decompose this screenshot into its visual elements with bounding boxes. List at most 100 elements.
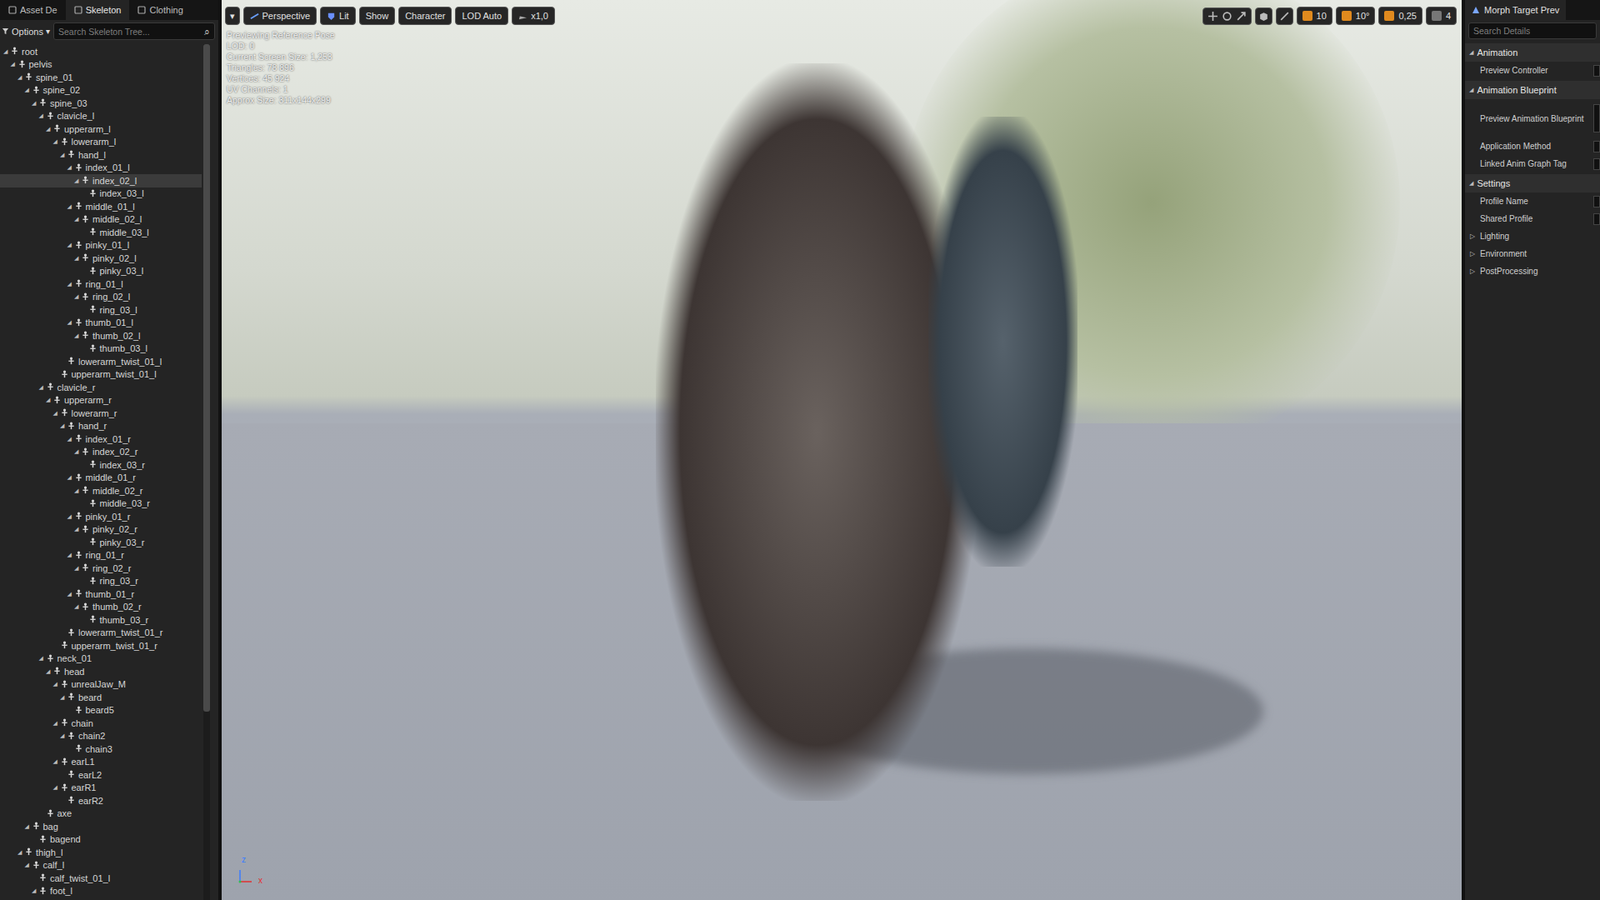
expand-arrow[interactable]: ◢	[74, 332, 80, 340]
bone-row[interactable]: ◢ chain2	[0, 730, 202, 744]
expand-arrow[interactable]: ◢	[74, 525, 80, 533]
expand-arrow[interactable]: ◢	[45, 668, 52, 675]
bone-row[interactable]: ◢ thumb_01_l	[0, 316, 202, 330]
panel-tab[interactable]: Morph Target Prev	[1465, 0, 1566, 20]
bone-row[interactable]: ◢ earL1	[0, 755, 202, 770]
viewport-button[interactable]: Character	[398, 6, 452, 25]
expand-arrow[interactable]: ◢	[67, 241, 74, 249]
property-row[interactable]: Profile Name	[1465, 192, 1600, 210]
bone-row[interactable]: ◢ root	[0, 45, 202, 59]
property-value[interactable]	[1593, 65, 1600, 77]
bone-row[interactable]: pinky_03_l	[0, 265, 202, 279]
expand-arrow[interactable]: ◢	[74, 487, 80, 495]
snap-icon[interactable]	[1431, 10, 1442, 21]
bone-row[interactable]: ◢ lowerarm_l	[0, 135, 202, 150]
expand-arrow[interactable]: ◢	[67, 319, 74, 326]
snap-setting[interactable]: 10	[1296, 6, 1333, 25]
world-icon[interactable]	[1255, 7, 1273, 25]
scale-icon[interactable]	[1235, 10, 1247, 22]
property-value[interactable]	[1593, 140, 1600, 153]
bone-row[interactable]: ring_03_l	[0, 303, 202, 317]
bone-row[interactable]: ◢ chain	[0, 716, 202, 730]
bone-row[interactable]: middle_03_r	[0, 497, 202, 511]
bone-row[interactable]: ◢ pelvis	[0, 58, 202, 72]
scrollbar-thumb[interactable]	[203, 44, 210, 712]
expand-arrow[interactable]: ◢	[53, 680, 60, 688]
bone-row[interactable]: ◢ hand_l	[0, 148, 202, 162]
bone-row[interactable]: ◢ unrealJaw_M	[0, 678, 202, 692]
options-dropdown[interactable]: Options▾	[1, 26, 50, 37]
bone-row[interactable]: ◢ middle_01_l	[0, 200, 202, 214]
expand-arrow[interactable]: ◢	[67, 203, 74, 210]
expand-arrow[interactable]: ◢	[74, 255, 80, 262]
tree-scrollbar[interactable]	[203, 44, 210, 900]
property-row[interactable]: ▷ PostProcessing	[1465, 262, 1600, 280]
bone-row[interactable]: ◢ clavicle_l	[0, 110, 202, 124]
bone-row[interactable]: ◢ index_02_l	[0, 174, 202, 188]
expand-arrow[interactable]: ◢	[45, 125, 52, 133]
viewport-menu-button[interactable]: ▾	[225, 6, 240, 25]
expand-arrow[interactable]: ◢	[17, 74, 24, 81]
viewport-button[interactable]: Perspective	[243, 6, 317, 25]
expand-arrow[interactable]: ◢	[39, 655, 45, 662]
bone-row[interactable]: ◢ index_02_r	[0, 445, 202, 460]
bone-row[interactable]: ◢ thigh_l	[0, 845, 202, 860]
expand-arrow[interactable]: ◢	[53, 784, 60, 791]
expand-arrow[interactable]: ◢	[31, 100, 38, 107]
bone-row[interactable]: chain3	[0, 742, 202, 756]
bone-row[interactable]: ◢ ring_02_r	[0, 561, 202, 575]
bone-row[interactable]: ◢ spine_03	[0, 96, 202, 110]
bone-row[interactable]: thumb_03_r	[0, 613, 202, 627]
bone-row[interactable]: ◢ foot_l	[0, 885, 202, 899]
bone-row[interactable]: ◢ pinky_01_r	[0, 510, 202, 524]
bone-row[interactable]: lowerarm_twist_01_l	[0, 355, 202, 369]
property-row[interactable]: Linked Anim Graph Tag	[1465, 155, 1600, 173]
expand-arrow[interactable]: ◢	[3, 48, 10, 55]
bone-row[interactable]: ◢ index_01_l	[0, 161, 202, 175]
expand-arrow[interactable]: ◢	[53, 758, 60, 765]
expand-arrow[interactable]: ◢	[60, 151, 66, 159]
bone-row[interactable]: ◢ spine_01	[0, 70, 202, 85]
bone-row[interactable]: ◢ thumb_02_r	[0, 600, 202, 615]
bone-row[interactable]: ◢ lowerarm_r	[0, 406, 202, 420]
rotate-icon[interactable]	[1221, 10, 1233, 22]
tree-search-field[interactable]: Search Skeleton Tree... ⌕	[53, 22, 215, 40]
bone-row[interactable]: ◢ index_01_r	[0, 432, 202, 446]
details-section-header[interactable]: ◢Settings	[1465, 174, 1600, 193]
expand-arrow[interactable]: ◢	[67, 474, 74, 481]
bone-row[interactable]: ◢ earR1	[0, 781, 202, 795]
bone-row[interactable]: bagend	[0, 833, 202, 847]
panel-tab[interactable]: Asset De	[0, 0, 66, 20]
expand-arrow[interactable]: ◢	[67, 590, 74, 598]
details-section-header[interactable]: ◢Animation Blueprint	[1465, 80, 1600, 100]
move-icon[interactable]	[1207, 10, 1219, 22]
expand-arrow[interactable]: ◢	[74, 565, 80, 572]
property-row[interactable]: Preview Animation Blueprint	[1465, 99, 1600, 138]
bone-row[interactable]: ◢ middle_01_r	[0, 471, 202, 485]
snap-icon[interactable]	[1302, 10, 1313, 21]
property-row[interactable]: Application Method	[1465, 137, 1600, 155]
expand-arrow[interactable]: ◢	[10, 60, 17, 68]
property-row[interactable]: Shared Profile	[1465, 210, 1600, 228]
expand-arrow[interactable]: ◢	[74, 293, 80, 300]
expand-arrow[interactable]: ◢	[67, 551, 74, 559]
bone-row[interactable]: ◢ thumb_02_l	[0, 329, 202, 343]
bone-row[interactable]: ◢ calf_l	[0, 859, 202, 873]
surface-snap-icon[interactable]	[1275, 7, 1294, 25]
expand-arrow[interactable]: ◢	[74, 448, 80, 455]
bone-row[interactable]: ◢ beard	[0, 690, 202, 705]
viewport[interactable]: ▾ Perspective Lit Show Character LOD Aut…	[221, 0, 1462, 900]
snap-setting[interactable]: 10°	[1335, 6, 1376, 25]
panel-tab[interactable]: Clothing	[129, 0, 191, 20]
property-row[interactable]: ▷ Environment	[1465, 245, 1600, 263]
property-row[interactable]: ▷ Lighting	[1465, 227, 1600, 245]
bone-row[interactable]: calf_twist_01_l	[0, 871, 202, 885]
snap-setting[interactable]: 0,25	[1378, 6, 1422, 25]
snap-setting[interactable]: 4	[1425, 6, 1457, 25]
bone-row[interactable]: ◢ ring_01_r	[0, 549, 202, 563]
details-section-header[interactable]: ◢Animation	[1465, 43, 1600, 62]
bone-row[interactable]: earL2	[0, 768, 202, 782]
bone-row[interactable]: middle_03_l	[0, 225, 202, 240]
bone-row[interactable]: ◢ head	[0, 665, 202, 679]
panel-tab[interactable]: Skeleton	[65, 0, 130, 20]
